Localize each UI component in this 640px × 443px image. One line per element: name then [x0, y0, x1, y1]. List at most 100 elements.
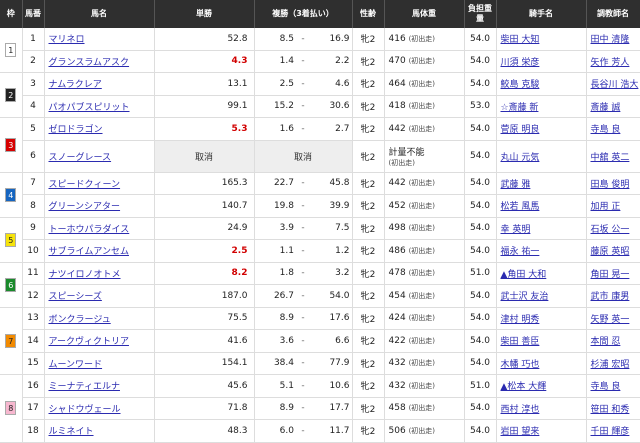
trainer-link[interactable]: 角田 晃一: [591, 270, 630, 280]
sex-age: 牝2: [352, 217, 385, 240]
place-odds-sep: -: [296, 194, 310, 218]
place-odds-high: 7.5: [310, 217, 353, 240]
body-weight: 486 (初出走): [384, 239, 465, 263]
jockey-link[interactable]: 津村 明秀: [501, 315, 540, 325]
sex-age: 牝2: [352, 397, 385, 420]
sex-age: 牝2: [352, 72, 385, 96]
horse-name-link[interactable]: ルミネイト: [49, 427, 94, 437]
horse-name-link[interactable]: マリネロ: [49, 35, 85, 45]
place-odds-low: 6.0: [254, 419, 296, 443]
horse-name-link[interactable]: ミーナティエルナ: [49, 382, 120, 392]
umaban: 4: [22, 95, 45, 118]
jockey-link[interactable]: 丸山 元気: [501, 153, 540, 163]
load-weight: 54.0: [464, 28, 497, 51]
load-weight: 54.0: [464, 194, 497, 218]
horse-name-link[interactable]: ムーンワード: [49, 360, 103, 370]
horse-name-link[interactable]: ゼロドラゴン: [49, 125, 103, 135]
trainer-link[interactable]: 本間 忍: [591, 337, 621, 347]
jockey-link[interactable]: 松若 風馬: [501, 202, 540, 212]
horse-name-link[interactable]: ナツイロノオトメ: [49, 270, 121, 280]
sex-age: 牝2: [352, 307, 385, 330]
waku-badge: 6: [5, 277, 17, 292]
trainer-link[interactable]: 斎藤 誠: [591, 103, 621, 113]
trainer-link[interactable]: 中舘 英二: [591, 153, 630, 163]
place-odds-sep: -: [296, 172, 310, 195]
jockey-link[interactable]: ▲松本 大輝: [501, 382, 547, 392]
trainer-link[interactable]: 武市 康男: [591, 292, 630, 302]
jockey-link[interactable]: 西村 淳也: [501, 405, 540, 415]
place-odds-high: 2.7: [310, 117, 353, 141]
trainer-link[interactable]: 田島 俊明: [591, 180, 630, 190]
jockey-link[interactable]: 岩田 望来: [501, 427, 540, 437]
trainer-link[interactable]: 笹田 和秀: [591, 405, 630, 415]
table-row: 1 1 マリネロ 52.8 8.5-16.9 牝2 416 (初出走) 54.0 柴田 大知 田中…: [0, 28, 640, 73]
load-weight: 54.0: [464, 239, 497, 263]
trainer-link[interactable]: 寺島 良: [591, 382, 621, 392]
sex-age: 牝2: [352, 140, 385, 173]
place-odds-sep: -: [296, 239, 310, 263]
place-odds-high: 1.2: [310, 239, 353, 263]
horse-name-link[interactable]: スピードクィーン: [49, 180, 121, 190]
horse-name-link[interactable]: ボンクラージュ: [49, 315, 111, 325]
win-odds: 52.8: [154, 28, 255, 51]
body-weight: 422 (初出走): [384, 329, 465, 353]
trainer-link[interactable]: 田中 清隆: [591, 35, 630, 45]
jockey-link[interactable]: 川須 栄彦: [501, 58, 540, 68]
trainer-link[interactable]: 杉浦 宏昭: [591, 360, 630, 370]
trainer-link[interactable]: 矢野 英一: [591, 315, 630, 325]
jockey-link[interactable]: ▲角田 大和: [501, 270, 547, 280]
jockey-link[interactable]: 柴田 善臣: [501, 337, 540, 347]
jockey-link[interactable]: 菅原 明良: [501, 125, 540, 135]
horse-name-link[interactable]: グランスラムアスク: [49, 58, 130, 68]
horse-name-link[interactable]: グリーンシアター: [49, 202, 121, 212]
jockey-link[interactable]: 武士沢 友治: [501, 292, 549, 302]
waku-badge: 8: [5, 401, 17, 416]
win-odds: 99.1: [154, 95, 255, 118]
header-name: 馬名: [44, 0, 155, 28]
trainer-link[interactable]: 矢作 芳人: [591, 58, 630, 68]
horse-name-link[interactable]: シャドウヴェール: [49, 405, 121, 415]
horse-name-link[interactable]: スノーグレース: [49, 153, 112, 163]
umaban: 3: [22, 72, 45, 96]
jockey-link[interactable]: 福永 祐一: [501, 247, 540, 257]
horse-name-link[interactable]: アークヴィクトリア: [49, 337, 129, 347]
trainer-link[interactable]: 寺島 良: [591, 125, 621, 135]
trainer-link[interactable]: 石坂 公一: [591, 225, 630, 235]
trainer-link[interactable]: 千田 輝彦: [591, 427, 630, 437]
trainer-link[interactable]: 加用 正: [591, 202, 621, 212]
table-row: 4 7 スピードクィーン 165.3 22.7-45.8 牝2 442 (初出走) 54.0 武…: [0, 172, 640, 218]
table-row: 3 5 ゼロドラゴン 5.3 1.6-2.7 牝2 442 (初出走) 54.0 菅原 明良 寺島…: [0, 117, 640, 173]
place-odds-sep: -: [296, 50, 310, 73]
trainer-link[interactable]: 藤原 英昭: [591, 247, 630, 257]
jockey-link[interactable]: 鮫島 克駿: [501, 80, 540, 90]
header-weight: 馬体重: [384, 0, 465, 28]
body-weight: 424 (初出走): [384, 307, 465, 330]
body-weight: 506 (初出走): [384, 419, 465, 443]
jockey-link[interactable]: 武藤 雅: [501, 180, 531, 190]
horse-name-link[interactable]: パオパブスピリット: [49, 103, 130, 113]
table-row: 6 11 ナツイロノオトメ 8.2 1.8-3.2 牝2 478 (初出走) 51.0 ▲角田 …: [0, 262, 640, 308]
win-odds: 8.2: [154, 262, 255, 285]
jockey-link[interactable]: 幸 英明: [501, 225, 531, 235]
horse-name-link[interactable]: スピーシーズ: [49, 292, 102, 302]
horse-name-link[interactable]: サブライムアンセム: [49, 247, 129, 257]
win-odds: 45.6: [154, 374, 255, 398]
win-odds: 4.3: [154, 50, 255, 73]
win-odds-cancelled: 取消: [154, 140, 255, 173]
body-weight: 464 (初出走): [384, 72, 465, 96]
load-weight: 54.0: [464, 284, 497, 308]
body-weight: 470 (初出走): [384, 50, 465, 73]
jockey-link[interactable]: 木幡 巧也: [501, 360, 540, 370]
win-odds: 2.5: [154, 239, 255, 263]
load-weight: 53.0: [464, 95, 497, 118]
trainer-link[interactable]: 長谷川 浩大: [591, 80, 639, 90]
horse-name-link[interactable]: トーホウパラダイス: [49, 225, 130, 235]
jockey-link[interactable]: ☆斎藤 新: [501, 103, 539, 113]
place-odds-high: 77.9: [310, 352, 353, 375]
load-weight: 51.0: [464, 262, 497, 285]
horse-name-link[interactable]: ナムラクレア: [49, 80, 102, 90]
table-row: 14 アークヴィクトリア 41.6 3.6-6.6 牝2 422 (初出走) 54.0 柴田 …: [0, 329, 640, 353]
table-row: 4 パオパブスピリット 99.1 15.2-30.6 牝2 418 (初出走) 53.0 ☆斎…: [0, 95, 640, 118]
jockey-link[interactable]: 柴田 大知: [501, 35, 540, 45]
place-odds-high: 4.6: [310, 72, 353, 96]
